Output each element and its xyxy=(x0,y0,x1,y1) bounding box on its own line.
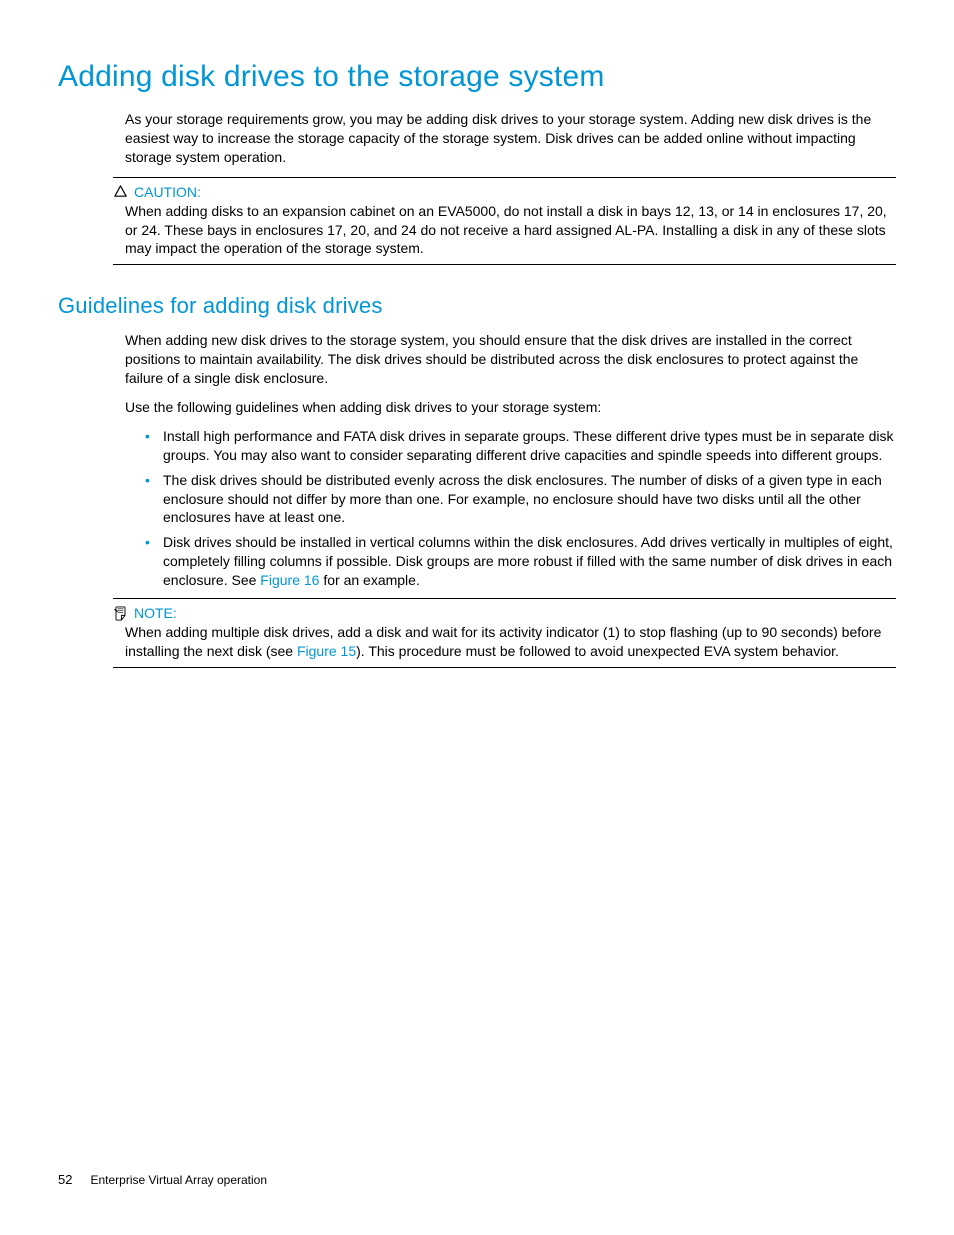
caution-icon xyxy=(113,184,128,199)
caution-text: When adding disks to an expansion cabine… xyxy=(125,202,896,259)
guidelines-lead: Use the following guidelines when adding… xyxy=(125,398,896,417)
caution-header: CAUTION: xyxy=(113,184,896,200)
note-text: When adding multiple disk drives, add a … xyxy=(125,623,896,661)
figure-16-link[interactable]: Figure 16 xyxy=(260,572,319,588)
intro-paragraph: As your storage requirements grow, you m… xyxy=(125,110,896,167)
footer-title: Enterprise Virtual Array operation xyxy=(90,1173,267,1187)
caution-rule-bottom xyxy=(113,264,896,265)
page-number: 52 xyxy=(58,1172,72,1187)
section-heading: Guidelines for adding disk drives xyxy=(58,293,896,319)
list-item: Install high performance and FATA disk d… xyxy=(145,427,896,465)
note-icon xyxy=(113,606,128,621)
list-item: The disk drives should be distributed ev… xyxy=(145,471,896,528)
guidelines-list: Install high performance and FATA disk d… xyxy=(145,427,896,590)
caution-rule-top xyxy=(113,177,896,178)
page-footer: 52 Enterprise Virtual Array operation xyxy=(58,1172,267,1187)
note-rule-bottom xyxy=(113,667,896,668)
list-item-text: for an example. xyxy=(319,572,419,588)
note-header: NOTE: xyxy=(113,605,896,621)
caution-label: CAUTION: xyxy=(134,184,201,200)
note-rule-top xyxy=(113,598,896,599)
note-label: NOTE: xyxy=(134,605,177,621)
page-heading: Adding disk drives to the storage system xyxy=(58,60,896,94)
guidelines-intro: When adding new disk drives to the stora… xyxy=(125,331,896,388)
list-item: Disk drives should be installed in verti… xyxy=(145,533,896,590)
note-text-post: ). This procedure must be followed to av… xyxy=(356,643,839,659)
figure-15-link[interactable]: Figure 15 xyxy=(297,643,356,659)
